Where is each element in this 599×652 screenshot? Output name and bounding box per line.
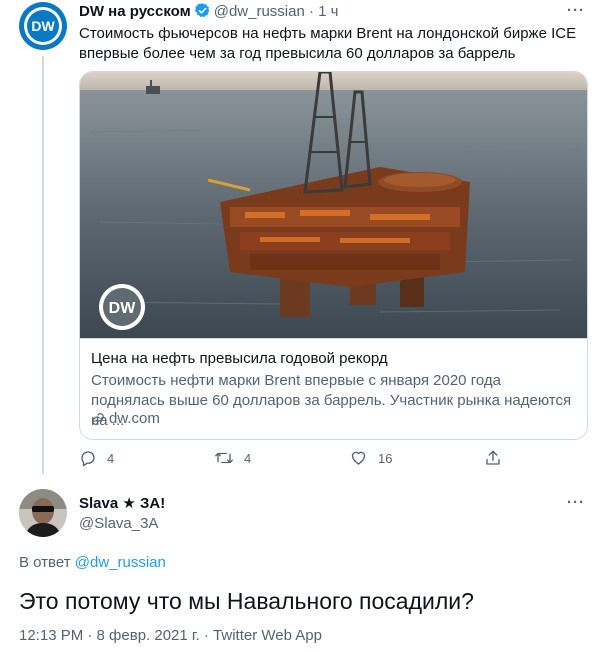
- tweet1-header: DW на русском @dw_russian · 1 ч: [79, 2, 339, 25]
- share-icon: [486, 450, 500, 465]
- reply-count: 4: [107, 450, 115, 466]
- like-count: 16: [378, 450, 393, 466]
- tweet-time[interactable]: 1 ч: [318, 3, 338, 20]
- author-name[interactable]: DW на русском: [79, 3, 191, 20]
- card-domain-text: dw.com: [109, 410, 160, 427]
- tweet2-text: Это потому что мы Навального посадили?: [19, 588, 474, 614]
- like-button[interactable]: 16: [349, 449, 392, 467]
- retweet-icon: [215, 452, 233, 464]
- time-separator: ·: [309, 3, 314, 20]
- reply-context: В ответ @dw_russian: [19, 553, 166, 573]
- avatar-dw[interactable]: DW: [19, 2, 67, 50]
- retweet-button[interactable]: 4: [214, 449, 251, 467]
- card-title: Цена на нефть превысила годовой рекорд: [91, 350, 388, 367]
- svg-text:DW: DW: [109, 300, 137, 317]
- card-domain: dw.com: [91, 409, 160, 429]
- tweet-meta[interactable]: 12:13 PM · 8 февр. 2021 г. · Twitter Web…: [19, 626, 322, 646]
- svg-text:DW: DW: [31, 18, 55, 34]
- more-dots-icon[interactable]: ···: [567, 2, 585, 19]
- heart-icon: [351, 451, 366, 465]
- link-card[interactable]: DW Цена на нефть превысила годовой рекор…: [79, 71, 588, 440]
- reply-to-link[interactable]: @dw_russian: [75, 554, 166, 571]
- author-handle[interactable]: @dw_russian: [214, 3, 305, 20]
- more-dots-icon[interactable]: ···: [567, 494, 585, 511]
- author-handle[interactable]: @Slava_3A: [79, 514, 158, 534]
- card-description: Стоимость нефти марки Brent впервые с ян…: [91, 372, 572, 429]
- thread-line: [42, 56, 44, 474]
- link-icon: [92, 413, 104, 425]
- avatar-photo: [19, 489, 67, 537]
- card-image: DW: [80, 72, 587, 338]
- card-divider: [80, 338, 587, 339]
- share-button[interactable]: [484, 449, 502, 467]
- verified-badge-icon: [194, 2, 211, 25]
- reply-icon: [81, 451, 95, 467]
- dw-logo-icon: DW: [24, 7, 62, 45]
- reply-button[interactable]: 4: [79, 449, 114, 467]
- reply-prefix: В ответ: [19, 554, 71, 571]
- avatar-slava[interactable]: [19, 489, 67, 537]
- retweet-count: 4: [244, 450, 252, 466]
- author-name[interactable]: Slava ★ ЗА!: [79, 494, 165, 514]
- tweet1-text: Стоимость фьючерсов на нефть марки Brent…: [79, 25, 577, 62]
